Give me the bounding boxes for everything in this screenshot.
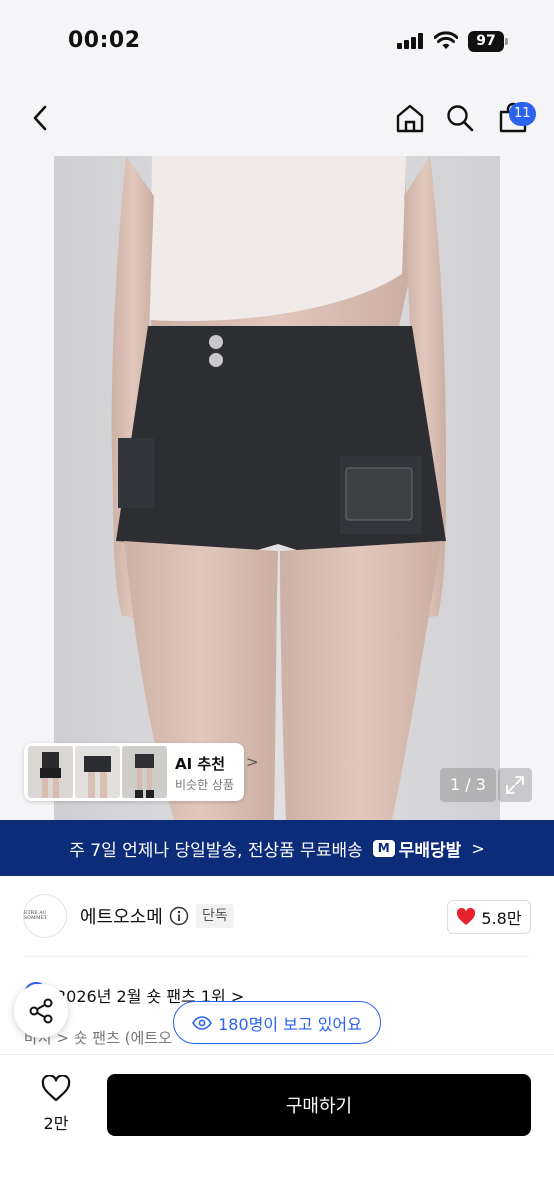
product-image[interactable] — [54, 156, 500, 820]
search-icon — [447, 105, 474, 132]
ai-recommend-title: AI 추천 — [175, 755, 226, 773]
like-count: 5.8만 — [481, 909, 522, 928]
home-button[interactable] — [390, 98, 430, 138]
signal-icon — [397, 33, 425, 49]
bottom-action-bar: 2만 구매하기 — [0, 1054, 554, 1200]
divider — [24, 956, 530, 957]
similar-item-thumb[interactable] — [75, 746, 120, 798]
image-counter: 1 / 3 — [440, 768, 496, 802]
similar-item-thumb[interactable] — [28, 746, 73, 798]
eye-icon — [192, 1015, 213, 1030]
product-photo — [54, 156, 500, 820]
exclusive-tag: 단독 — [196, 904, 234, 928]
seller-row: ETRE AU SOMMET 에트오소메 단독 5.8만 — [0, 878, 554, 956]
share-button[interactable] — [14, 984, 68, 1038]
viewer-count-pill: 180명이 보고 있어요 — [173, 1001, 381, 1044]
shipping-banner[interactable]: 주 7일 언제나 당일발송, 전상품 무료배송 M 무배당발 > — [0, 820, 554, 876]
free-shipping-logo-text: 무배당발 — [398, 840, 462, 861]
chevron-right-icon: > — [471, 838, 485, 858]
back-button[interactable] — [20, 98, 60, 138]
ai-recommend-subtitle: 비슷한 상품 — [175, 778, 235, 792]
info-icon[interactable] — [169, 906, 189, 926]
status-time: 00:02 — [68, 28, 141, 53]
search-button[interactable] — [440, 98, 480, 138]
status-bar: 00:02 97 — [0, 0, 554, 84]
similar-item-thumb[interactable] — [122, 746, 167, 798]
wifi-icon — [434, 31, 458, 49]
heart-icon — [457, 908, 476, 925]
battery-level: 97 — [468, 31, 504, 52]
home-icon — [396, 104, 424, 133]
back-icon — [33, 105, 47, 131]
banner-text: 주 7일 언제나 당일발송, 전상품 무료배송 — [69, 840, 363, 861]
share-icon — [29, 998, 53, 1024]
free-shipping-logo: M 무배당발 — [372, 836, 462, 861]
seller-name[interactable]: 에트오소메 — [80, 903, 163, 929]
chevron-right-icon: > — [246, 753, 259, 771]
expand-icon — [506, 776, 524, 794]
wishlist-count: 2만 — [43, 1114, 69, 1133]
battery-indicator: 97 — [468, 31, 508, 52]
cart-count-badge: 11 — [509, 102, 536, 126]
wishlist-button[interactable]: 2만 — [28, 1074, 84, 1135]
heart-outline-icon — [41, 1074, 71, 1102]
top-nav — [0, 84, 554, 156]
seller-logo[interactable]: ETRE AU SOMMET — [23, 894, 67, 938]
expand-image-button[interactable] — [498, 768, 532, 802]
free-shipping-logo-mark: M — [372, 839, 395, 857]
like-button[interactable]: 5.8만 — [447, 900, 531, 934]
ai-recommend-card[interactable]: AI 추천 > 비슷한 상품 — [24, 743, 259, 801]
buy-button[interactable]: 구매하기 — [107, 1074, 531, 1136]
viewer-count-text: 180명이 보고 있어요 — [218, 1014, 362, 1034]
